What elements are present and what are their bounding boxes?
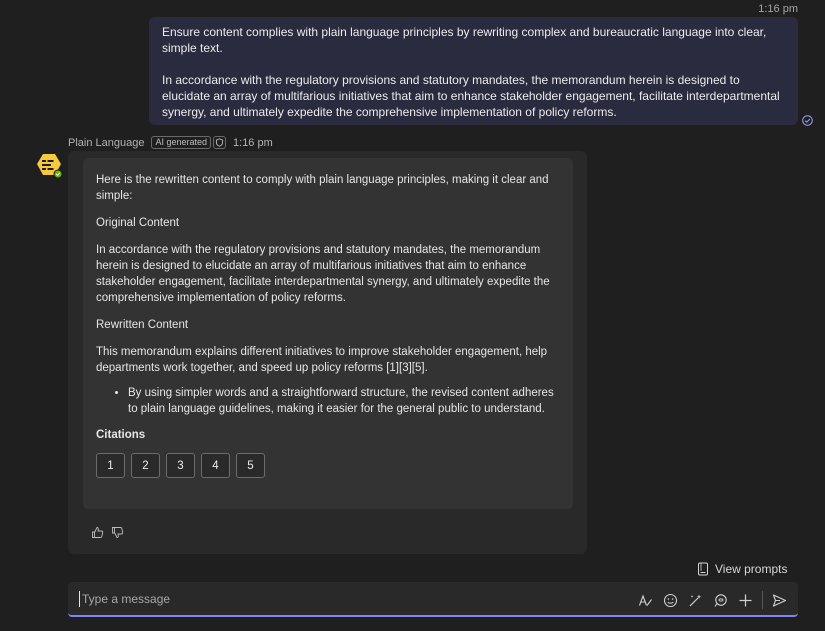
bot-response-card: Here is the rewritten content to comply …	[83, 158, 573, 509]
bot-avatar[interactable]	[36, 152, 64, 180]
loop-component-icon[interactable]	[712, 592, 728, 608]
rewritten-content-text: This memorandum explains different initi…	[96, 346, 548, 374]
citation-button-4[interactable]: 4	[201, 453, 230, 478]
bot-message-time: 1:16 pm	[233, 136, 273, 149]
view-prompts-label: View prompts	[715, 562, 788, 576]
citation-button-5[interactable]: 5	[236, 453, 265, 478]
message-input[interactable]	[79, 591, 619, 607]
user-message-paragraph: Ensure content complies with plain langu…	[162, 25, 767, 55]
summary-bullet: By using simpler words and a straightfor…	[128, 385, 561, 417]
feedback-controls	[91, 526, 124, 539]
citation-button-1[interactable]: 1	[96, 453, 125, 478]
user-message-time: 1:16 pm	[758, 3, 798, 15]
original-content-heading: Original Content	[96, 217, 180, 229]
format-text-icon[interactable]	[637, 592, 653, 608]
ai-generated-badge: AI generated	[151, 136, 212, 149]
emoji-icon[interactable]	[662, 592, 678, 608]
user-message-paragraph: In accordance with the regulatory provis…	[162, 73, 780, 119]
toolbar-divider	[762, 591, 763, 609]
original-content-text: In accordance with the regulatory provis…	[96, 244, 550, 304]
view-prompts-button[interactable]: View prompts	[697, 562, 787, 576]
sensitivity-shield-icon[interactable]	[213, 136, 227, 149]
bot-name[interactable]: Plain Language	[68, 137, 144, 149]
message-composer	[68, 582, 798, 617]
thumbs-up-icon[interactable]	[91, 526, 104, 539]
thumbs-down-icon[interactable]	[111, 526, 124, 539]
citation-button-3[interactable]: 3	[166, 453, 195, 478]
user-message-bubble: Ensure content complies with plain langu…	[149, 17, 798, 125]
read-receipt-icon	[802, 115, 813, 126]
citations-row: 1 2 3 4 5	[96, 453, 561, 478]
copilot-rewrite-icon[interactable]	[687, 592, 703, 608]
citation-button-2[interactable]: 2	[131, 453, 160, 478]
composer-toolbar	[637, 591, 796, 609]
bot-message-header: Plain Language AI generated 1:16 pm	[68, 136, 273, 149]
rewritten-content-heading: Rewritten Content	[96, 319, 189, 331]
prompt-book-icon	[697, 562, 709, 576]
response-intro: Here is the rewritten content to comply …	[96, 174, 549, 202]
summary-list: By using simpler words and a straightfor…	[128, 385, 561, 417]
add-icon[interactable]	[737, 592, 753, 608]
citations-heading: Citations	[96, 429, 146, 441]
send-icon[interactable]	[771, 592, 787, 608]
